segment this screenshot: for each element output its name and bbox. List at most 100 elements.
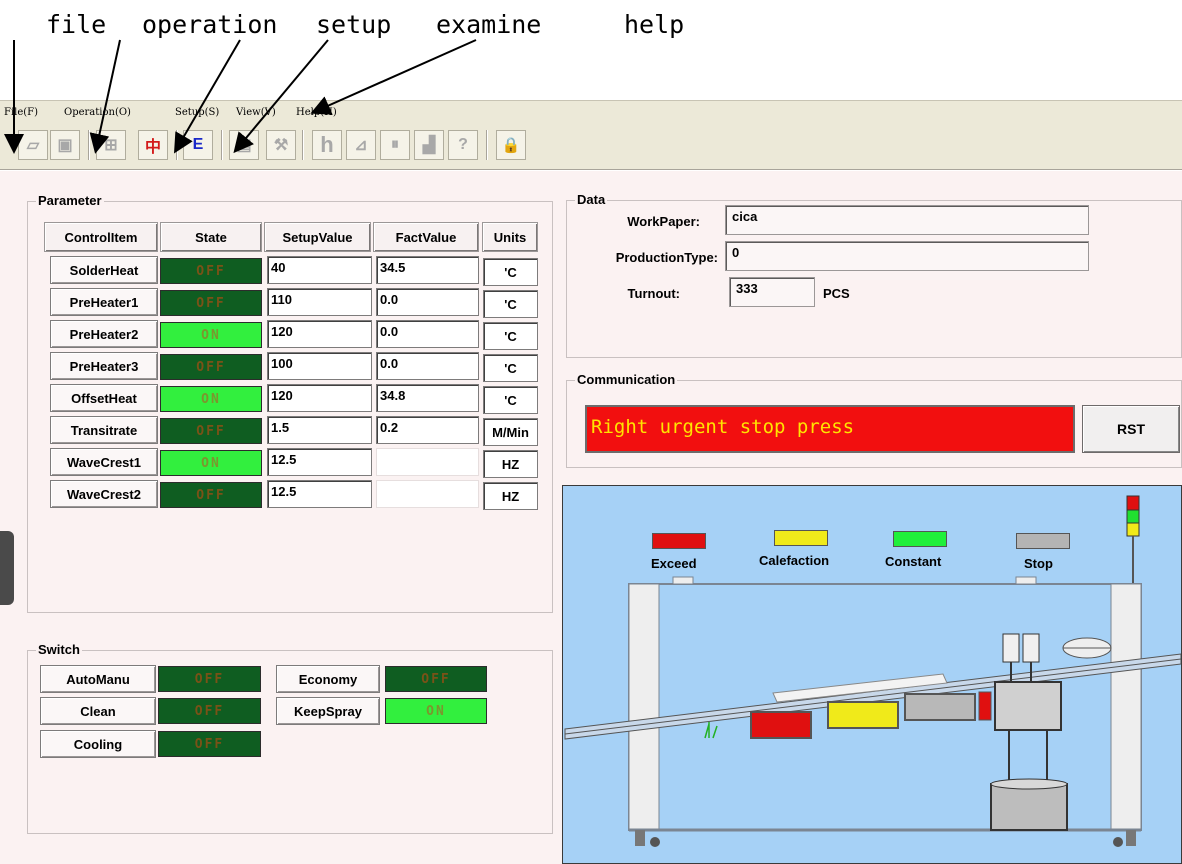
tower-light-yellow (1126, 522, 1140, 537)
lock-icon[interactable]: 🔒 (496, 130, 526, 160)
menu-operation[interactable]: Operation(O) (64, 107, 131, 118)
preheater-zone-2 (827, 701, 899, 729)
param-wavecrest2-unit: HZ (483, 482, 538, 510)
switch-economy-led[interactable]: OFF (385, 666, 487, 692)
legend-constant-swatch (893, 531, 947, 547)
header-units: Units (482, 222, 538, 252)
param-wavecrest2-fact (376, 480, 479, 508)
help-icon[interactable]: ? (448, 130, 478, 160)
toolbar-separator (176, 130, 178, 160)
param-solderheat-name: SolderHeat (50, 256, 158, 284)
settings-table-icon[interactable]: ⊞ (96, 130, 126, 160)
param-preheater2-fact: 0.0 (376, 320, 479, 348)
turnout-label: Turnout: (627, 286, 680, 301)
legend-calefaction-swatch (774, 530, 828, 546)
param-preheater3-unit: 'C (483, 354, 538, 382)
param-transitrate-setup[interactable]: 1.5 (267, 416, 372, 444)
param-offsetheat-name: OffsetHeat (50, 384, 158, 412)
english-language-icon[interactable]: E (183, 130, 213, 160)
exit-icon[interactable]: ▟ (414, 130, 444, 160)
header-controlitem: ControlItem (44, 222, 158, 252)
param-solderheat-fact: 34.5 (376, 256, 479, 284)
param-preheater3-state[interactable]: OFF (160, 354, 262, 380)
legend-calefaction-label: Calefaction (759, 553, 830, 568)
work-paper-label: WorkPaper: (627, 214, 700, 229)
param-preheater1-state[interactable]: OFF (160, 290, 262, 316)
switch-cooling-led[interactable]: OFF (158, 731, 261, 757)
param-preheater3-setup[interactable]: 100 (267, 352, 372, 380)
param-preheater2-state[interactable]: ON (160, 322, 262, 348)
param-wavecrest2-state[interactable]: OFF (160, 482, 262, 508)
chart-icon[interactable]: ⊿ (346, 130, 376, 160)
header-factvalue: FactValue (373, 222, 479, 252)
param-transitrate-state[interactable]: OFF (160, 418, 262, 444)
param-preheater2-setup[interactable]: 120 (267, 320, 372, 348)
annotation-examine: examine (436, 10, 542, 39)
annotation-help: help (624, 10, 685, 39)
toolbar-separator (221, 130, 223, 160)
switch-clean-label: Clean (40, 697, 156, 725)
legend-stop-swatch (1016, 533, 1070, 549)
legend-exceed-swatch (652, 533, 706, 549)
menu-help[interactable]: Help(H) (296, 107, 337, 118)
production-type-field[interactable]: 0 (725, 241, 1089, 271)
machine-diagram-panel: Exceed Calefaction Constant Stop (562, 485, 1182, 864)
side-tab[interactable] (0, 531, 14, 605)
preheater-zone-1 (750, 711, 812, 739)
param-preheater1-unit: 'C (483, 290, 538, 318)
alarm-message-display: Right urgent stop press (585, 405, 1075, 453)
switch-automanu-led[interactable]: OFF (158, 666, 261, 692)
toolbar-separator (302, 130, 304, 160)
annotation-setup: setup (316, 10, 392, 39)
annotation-operation: operation (142, 10, 278, 39)
switch-cooling-label: Cooling (40, 730, 156, 758)
communication-title: Communication (575, 372, 678, 387)
tools-icon[interactable]: ⚒ (266, 130, 296, 160)
parameter-title: Parameter (36, 193, 104, 208)
calendar-icon[interactable]: ▤ (229, 130, 259, 160)
chinese-language-icon[interactable]: 中 (138, 130, 168, 160)
param-preheater1-setup[interactable]: 110 (267, 288, 372, 316)
legend-constant-label: Constant (885, 554, 942, 569)
production-type-label: ProductionType: (615, 250, 718, 265)
turnout-unit: PCS (823, 286, 850, 301)
switch-keepspray-label: KeepSpray (276, 697, 380, 725)
param-offsetheat-setup[interactable]: 120 (267, 384, 372, 412)
param-preheater3-name: PreHeater3 (50, 352, 158, 380)
toolbar: ▱ ▣ ⊞ 中 E ▤ ⚒ h ⊿ ⏸ ▟ ? 🔒 (0, 125, 1182, 170)
preheater-zone-3 (904, 693, 976, 721)
offset-heater (978, 691, 992, 721)
param-offsetheat-unit: 'C (483, 386, 538, 414)
open-folder-icon[interactable]: ▱ (18, 130, 48, 160)
flux-spray (704, 722, 718, 739)
turnout-field[interactable]: 333 (729, 277, 815, 307)
param-wavecrest1-name: WaveCrest1 (50, 448, 158, 476)
menu-file[interactable]: File(F) (4, 107, 38, 118)
param-offsetheat-state[interactable]: ON (160, 386, 262, 412)
switch-keepspray-led[interactable]: ON (385, 698, 487, 724)
param-wavecrest1-state[interactable]: ON (160, 450, 262, 476)
param-preheater2-name: PreHeater2 (50, 320, 158, 348)
switch-automanu-label: AutoManu (40, 665, 156, 693)
param-wavecrest1-setup[interactable]: 12.5 (267, 448, 372, 476)
frame-right-pillar (1110, 583, 1142, 831)
save-icon[interactable]: ▣ (50, 130, 80, 160)
param-preheater2-unit: 'C (483, 322, 538, 350)
data-title: Data (575, 192, 608, 207)
pause-icon[interactable]: ⏸ (380, 130, 410, 160)
param-wavecrest1-fact (376, 448, 479, 476)
toolbar-separator (486, 130, 488, 160)
menu-view[interactable]: View(V) (236, 107, 276, 118)
param-solderheat-setup[interactable]: 40 (267, 256, 372, 284)
legend-exceed-label: Exceed (651, 556, 697, 571)
param-wavecrest2-setup[interactable]: 12.5 (267, 480, 372, 508)
param-transitrate-fact: 0.2 (376, 416, 479, 444)
menu-setup[interactable]: Setup(S) (175, 107, 219, 118)
switch-clean-led[interactable]: OFF (158, 698, 261, 724)
param-solderheat-state[interactable]: OFF (160, 258, 262, 284)
work-paper-field[interactable]: cica (725, 205, 1089, 235)
switch-title: Switch (36, 642, 82, 657)
legend-stop-label: Stop (1024, 556, 1053, 571)
reset-button[interactable]: RST (1082, 405, 1180, 453)
history-icon[interactable]: h (312, 130, 342, 160)
